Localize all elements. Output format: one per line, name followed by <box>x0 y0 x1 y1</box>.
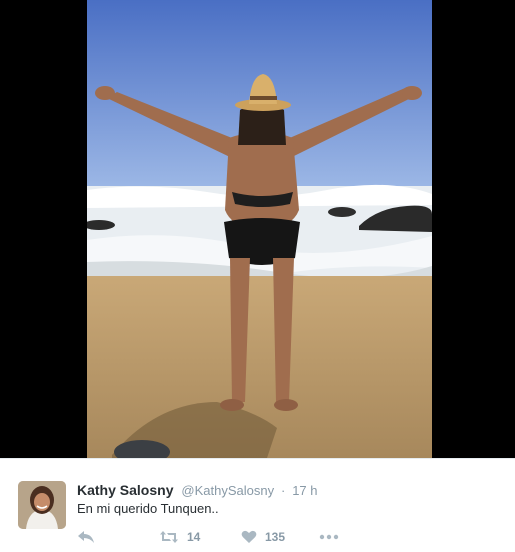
author-name[interactable]: Kathy Salosny <box>77 482 173 498</box>
reply-icon <box>78 531 94 543</box>
retweet-count: 14 <box>187 530 201 544</box>
more-dots-icon <box>319 534 339 540</box>
author-handle[interactable]: @KathySalosny <box>181 483 274 498</box>
reply-button[interactable] <box>77 529 95 545</box>
retweet-icon <box>160 531 178 543</box>
like-button[interactable]: 135 <box>241 529 285 545</box>
tweet-timestamp[interactable]: 17 h <box>292 483 317 498</box>
tweet-text: En mi querido Tunquen.. <box>77 501 219 516</box>
more-button[interactable] <box>319 529 339 545</box>
tweet-actions: 14 135 <box>77 529 377 545</box>
header-separator: · <box>280 483 286 498</box>
beach-photo[interactable] <box>87 0 432 458</box>
avatar-icon <box>18 481 66 529</box>
tweet-header: Kathy Salosny @KathySalosny · 17 h <box>77 481 318 499</box>
user-avatar[interactable] <box>18 481 66 529</box>
heart-icon <box>241 530 257 543</box>
tweet-media[interactable] <box>0 0 515 458</box>
tweet[interactable]: Kathy Salosny @KathySalosny · 17 h En mi… <box>0 459 515 552</box>
retweet-button[interactable]: 14 <box>159 529 200 545</box>
like-count: 135 <box>265 530 286 544</box>
